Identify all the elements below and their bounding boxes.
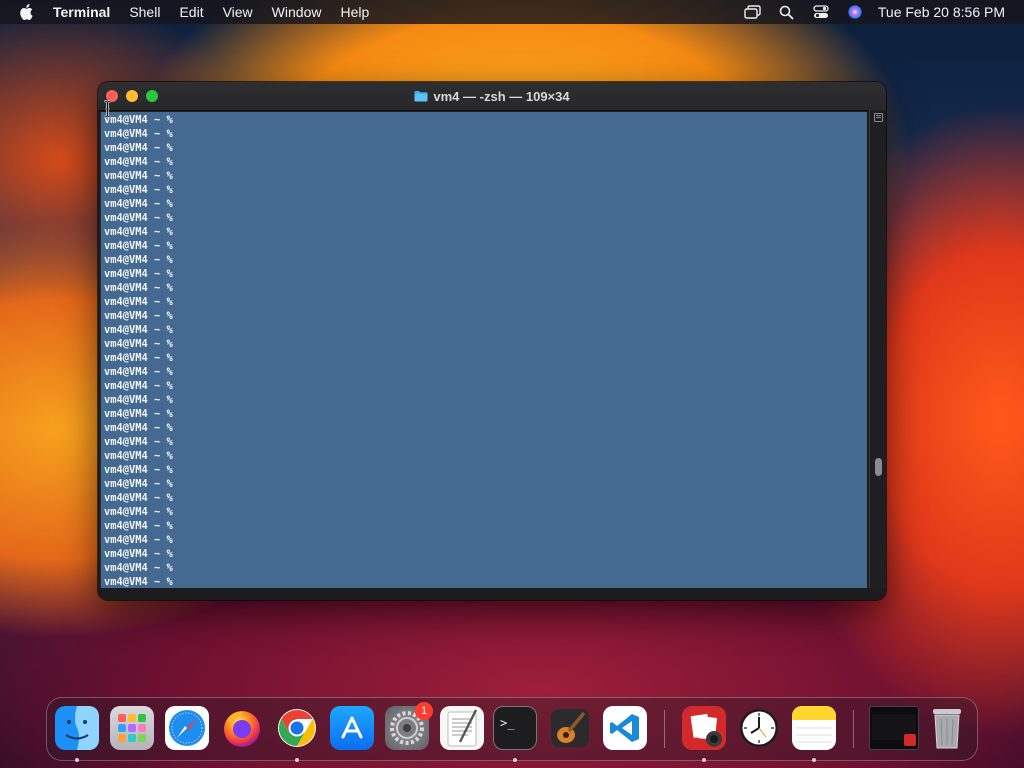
split-pane-icon[interactable] [874, 113, 883, 122]
window-title-text: vm4 — -zsh — 109×34 [433, 88, 570, 104]
menu-window[interactable]: Window [272, 0, 322, 24]
siri-icon[interactable] [846, 4, 864, 20]
window-title-bar[interactable]: vm4 — -zsh — 109×34 [98, 82, 886, 111]
notification-badge: 1 [415, 702, 433, 720]
trash-icon[interactable] [925, 706, 969, 750]
terminal-prompt-line: vm4@VM4 ~ % [104, 394, 173, 406]
terminal-prompt-line: vm4@VM4 ~ % [104, 548, 173, 560]
terminal-prompt-line: vm4@VM4 ~ % [104, 464, 173, 476]
apple-logo-icon[interactable] [19, 4, 33, 20]
menu-app-name[interactable]: Terminal [53, 0, 110, 24]
terminal-prompt-line: vm4@VM4 ~ % [104, 240, 173, 252]
dock-separator [853, 710, 854, 748]
terminal-content[interactable]: vm4@VM4 ~ % vm4@VM4 ~ % vm4@VM4 ~ % vm4@VM4… [100, 112, 867, 588]
menu-bar-clock[interactable]: Tue Feb 20 8:56 PM [878, 4, 1005, 20]
photo-booth-icon[interactable] [682, 706, 726, 750]
terminal-prompt-line: vm4@VM4 ~ % [104, 366, 173, 378]
terminal-prompt-line: vm4@VM4 ~ % [104, 282, 173, 294]
garageband-icon[interactable] [548, 706, 592, 750]
terminal-prompt-line: vm4@VM4 ~ % [104, 534, 173, 546]
vscode-icon[interactable] [603, 706, 647, 750]
terminal-prompt-line: vm4@VM4 ~ % [104, 296, 173, 308]
terminal-prompt-line: vm4@VM4 ~ % [104, 338, 173, 350]
menu-shell[interactable]: Shell [129, 0, 160, 24]
terminal-prompt-line: vm4@VM4 ~ % [104, 156, 173, 168]
terminal-prompt-line: vm4@VM4 ~ % [104, 380, 173, 392]
running-indicator [812, 758, 816, 762]
terminal-prompt-line: vm4@VM4 ~ % [104, 128, 173, 140]
screen-mirroring-icon[interactable] [744, 4, 762, 20]
terminal-prompt-line: vm4@VM4 ~ % [104, 562, 173, 574]
running-indicator [75, 758, 79, 762]
running-indicator [702, 758, 706, 762]
svg-text:>_: >_ [500, 716, 515, 730]
terminal-prompt-line: vm4@VM4 ~ % [104, 478, 173, 490]
dock-separator [664, 710, 665, 748]
terminal-icon[interactable]: >_ [493, 706, 537, 750]
terminal-prompt-line: vm4@VM4 ~ % [104, 198, 173, 210]
menu-view[interactable]: View [223, 0, 253, 24]
terminal-prompt-line: vm4@VM4 ~ % [104, 408, 173, 420]
terminal-prompt-line: vm4@VM4 ~ % [104, 422, 173, 434]
terminal-prompt-line: vm4@VM4 ~ % [104, 352, 173, 364]
ibeam-cursor-icon [103, 100, 112, 118]
terminal-prompt-line: vm4@VM4 ~ % [104, 114, 173, 126]
window-title: vm4 — -zsh — 109×34 [98, 82, 886, 110]
menu-bar: Terminal Shell Edit View Window Help Tue… [0, 0, 1024, 24]
menu-edit[interactable]: Edit [179, 0, 203, 24]
window-thumbnail-icon[interactable] [869, 706, 919, 750]
terminal-prompt-line: vm4@VM4 ~ % [104, 184, 173, 196]
terminal-prompt-line: vm4@VM4 ~ % [104, 576, 173, 588]
safari-icon[interactable] [165, 706, 209, 750]
desktop-wallpaper: Terminal Shell Edit View Window Help Tue… [0, 0, 1024, 768]
terminal-prompt-line: vm4@VM4 ~ % [104, 142, 173, 154]
launchpad-icon[interactable] [110, 706, 154, 750]
terminal-scrollbar[interactable] [869, 110, 886, 590]
app-store-icon[interactable] [330, 706, 374, 750]
terminal-prompt-line: vm4@VM4 ~ % [104, 520, 173, 532]
folder-icon [414, 91, 428, 102]
menu-help[interactable]: Help [340, 0, 369, 24]
terminal-prompt-line: vm4@VM4 ~ % [104, 450, 173, 462]
window-bottom-edge [98, 588, 886, 600]
terminal-prompt-line: vm4@VM4 ~ % [104, 492, 173, 504]
running-indicator [513, 758, 517, 762]
firefox-icon[interactable] [220, 706, 264, 750]
notes-icon[interactable] [792, 706, 836, 750]
terminal-prompt-line: vm4@VM4 ~ % [104, 324, 173, 336]
terminal-prompt-line: vm4@VM4 ~ % [104, 226, 173, 238]
terminal-prompt-line: vm4@VM4 ~ % [104, 170, 173, 182]
terminal-window[interactable]: vm4 — -zsh — 109×34 vm4@VM4 ~ % vm4@VM4 ~… [98, 82, 886, 600]
textedit-icon[interactable] [440, 706, 484, 750]
terminal-prompt-line: vm4@VM4 ~ % [104, 254, 173, 266]
terminal-prompt-line: vm4@VM4 ~ % [104, 506, 173, 518]
terminal-prompt-line: vm4@VM4 ~ % [104, 212, 173, 224]
clock-icon[interactable] [737, 706, 781, 750]
terminal-prompt-line: vm4@VM4 ~ % [104, 436, 173, 448]
running-indicator [295, 758, 299, 762]
search-icon[interactable] [778, 4, 796, 20]
terminal-output: vm4@VM4 ~ % vm4@VM4 ~ % vm4@VM4 ~ % vm4@VM4… [104, 113, 173, 589]
chrome-icon[interactable] [275, 706, 319, 750]
terminal-prompt-line: vm4@VM4 ~ % [104, 310, 173, 322]
finder-icon[interactable] [55, 706, 99, 750]
terminal-prompt-line: vm4@VM4 ~ % [104, 268, 173, 280]
scrollbar-thumb[interactable] [875, 458, 882, 476]
dock: >_ [46, 697, 978, 762]
control-center-icon[interactable] [812, 4, 830, 20]
